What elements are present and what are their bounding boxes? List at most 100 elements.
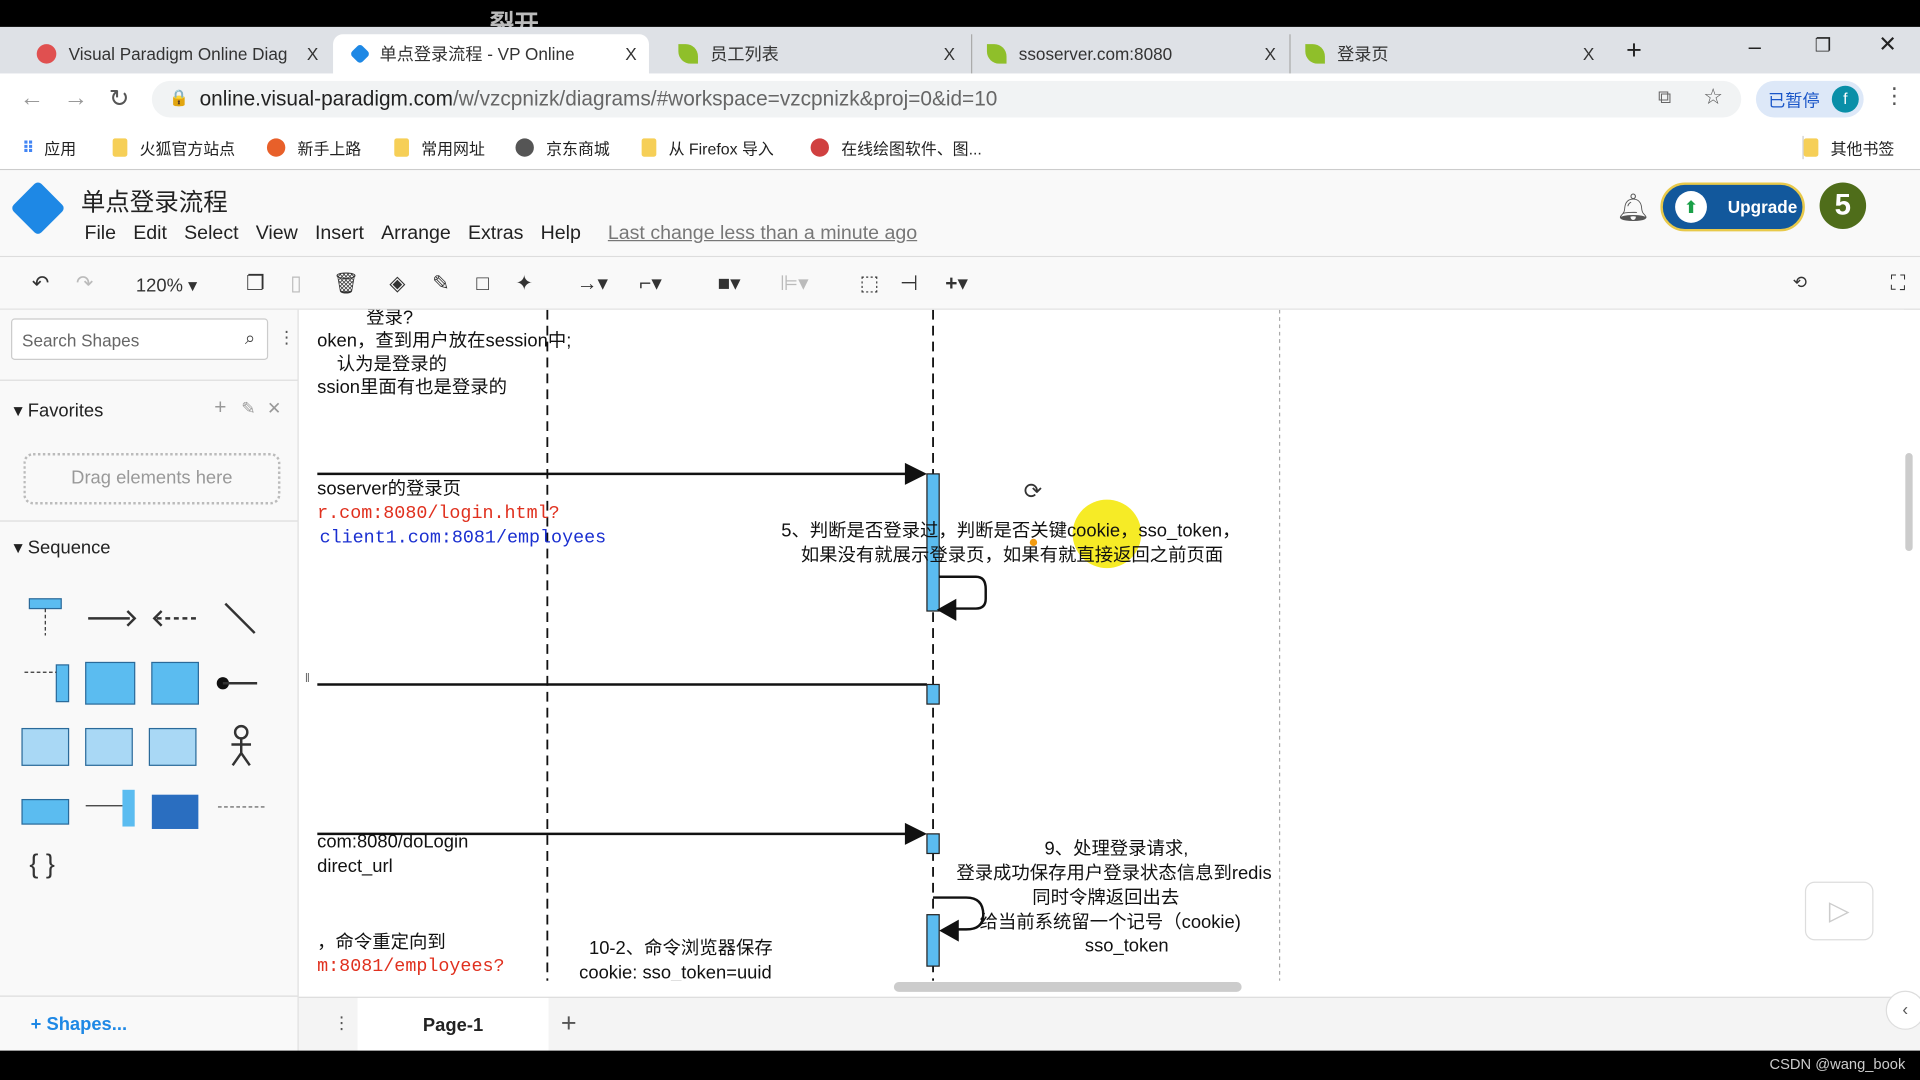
tab-page-1[interactable]: Page-1	[357, 997, 549, 1052]
restore-button[interactable]: ❐	[1815, 34, 1831, 57]
diagram-text[interactable]: 10-2、命令浏览器保存	[589, 937, 773, 961]
diagram-text[interactable]: 9、处理登录请求,	[1044, 838, 1188, 862]
diagram-text[interactable]: 给当前系统留一个记号（cookie)	[980, 911, 1241, 935]
diagram-text[interactable]: ，命令重定向到	[317, 931, 446, 955]
waypoint-style-icon[interactable]: ⌐▾	[639, 272, 662, 296]
bookmark-item[interactable]: 京东商城	[515, 136, 610, 159]
menu-select[interactable]: Select	[184, 223, 238, 244]
connector-style-icon[interactable]: →▾	[577, 272, 608, 296]
sync-icon[interactable]: ⟲	[1793, 272, 1807, 293]
diagram-text[interactable]: 同时令牌返回出去	[1032, 887, 1179, 911]
bookmark-apps[interactable]: ⠿ 应用	[22, 136, 76, 159]
undo-icon[interactable]: ↶	[32, 272, 49, 296]
shape-self-message[interactable]	[85, 661, 136, 705]
shape-boundary[interactable]	[21, 789, 265, 829]
browser-tab[interactable]: 登录页 X	[1289, 34, 1606, 74]
fullscreen-icon[interactable]: ⛶	[1891, 272, 1906, 296]
bookmark-item[interactable]: 从 Firefox 导入	[641, 136, 774, 159]
profile-paused-button[interactable]: 已暂停 f	[1755, 80, 1864, 118]
menu-file[interactable]: File	[84, 223, 116, 244]
shape-return-message[interactable]	[152, 610, 199, 627]
bookmark-item[interactable]: 新手上路	[266, 136, 361, 159]
favorites-dropzone[interactable]: Drag elements here	[23, 453, 281, 505]
bookmark-item[interactable]: 火狐官方站点	[112, 136, 235, 159]
add-favorite-icon[interactable]: +	[214, 396, 226, 420]
align-icon[interactable]: ⊫▾	[780, 272, 809, 296]
close-favorites-icon[interactable]: ✕	[267, 398, 281, 419]
rotate-handle-icon[interactable]: ⟳	[1024, 478, 1042, 503]
new-tab-button[interactable]: +	[1626, 34, 1642, 66]
shape-frame[interactable]	[21, 727, 197, 766]
favorites-header[interactable]: ▾ Favorites	[13, 399, 103, 421]
browser-tab[interactable]: Visual Paradigm Online Diag X	[10, 34, 331, 73]
fill-color-icon[interactable]: ◈	[389, 272, 405, 296]
pages-menu-icon[interactable]: ⋮	[333, 1013, 350, 1034]
employees-url-text[interactable]: m:8081/employees?	[317, 955, 504, 979]
diagram-text[interactable]: com:8080/doLogin	[317, 830, 468, 854]
close-window-button[interactable]: ✕	[1878, 32, 1896, 58]
activation-bar[interactable]	[926, 914, 940, 967]
diagram-text[interactable]: sso_token	[1085, 934, 1169, 958]
minimize-button[interactable]: –	[1749, 34, 1761, 60]
video-play-icon[interactable]: ▷	[1804, 881, 1874, 941]
diagram-text[interactable]: 登录成功保存用户登录状态信息到redis	[956, 862, 1271, 886]
diagram-text[interactable]: 登录?	[366, 310, 413, 331]
search-shapes-input[interactable]: Search Shapes ⌕	[11, 318, 269, 361]
collapse-panel-icon[interactable]: ‹	[1885, 990, 1920, 1030]
browser-menu-icon[interactable]: ⋮	[1883, 83, 1905, 109]
shape-diagonal-message[interactable]	[224, 602, 256, 634]
menu-view[interactable]: View	[256, 223, 298, 244]
close-tab-icon[interactable]: X	[625, 44, 636, 64]
zoom-select[interactable]: 120% ▾	[136, 274, 197, 297]
other-bookmarks[interactable]: 其他书签	[1802, 135, 1894, 160]
line-color-icon[interactable]: ✎	[432, 272, 449, 296]
menu-arrange[interactable]: Arrange	[381, 223, 451, 244]
paste-icon[interactable]: ▯	[290, 272, 301, 296]
shape-nested-activation[interactable]	[151, 661, 199, 705]
self-message[interactable]	[939, 575, 987, 610]
sidebar-resize-handle[interactable]: ‖	[298, 309, 318, 997]
spacing-icon[interactable]: ⊣	[900, 272, 918, 296]
browser-tab[interactable]: ssoserver.com:8080 X	[971, 34, 1288, 74]
close-tab-icon[interactable]: X	[1583, 44, 1594, 64]
forward-button[interactable]: →	[64, 84, 88, 112]
bookmark-item[interactable]: 常用网址	[394, 136, 485, 159]
redo-icon[interactable]: ↷	[76, 272, 93, 296]
redirect-url-text[interactable]: client1.com:8081/employees	[320, 527, 607, 551]
diagram-text[interactable]: oken，查到用户放在session中;	[317, 329, 571, 353]
bookmark-star-icon[interactable]: ☆	[1703, 84, 1723, 110]
more-shapes-link[interactable]: + Shapes...	[31, 1014, 127, 1035]
menu-help[interactable]: Help	[541, 223, 581, 244]
diagram-text[interactable]: 认为是登录的	[337, 353, 447, 377]
close-tab-icon[interactable]: X	[307, 44, 318, 64]
shape-found-message[interactable]	[216, 677, 258, 690]
horizontal-scrollbar[interactable]	[893, 982, 1242, 992]
sequence-shapes-palette[interactable]: { }	[0, 579, 298, 897]
shape-actor[interactable]	[231, 724, 252, 767]
activation-bar[interactable]	[926, 833, 940, 855]
diagram-text[interactable]: direct_url	[317, 855, 393, 879]
diagram-text[interactable]: soserver的登录页	[317, 478, 461, 502]
menu-extras[interactable]: Extras	[468, 223, 524, 244]
notification-bell-icon[interactable]: 🔔︎	[1616, 192, 1650, 224]
sequence-header[interactable]: ▾ Sequence	[13, 536, 110, 559]
delete-icon[interactable]: 🗑︎	[333, 272, 359, 296]
shape-lifeline[interactable]	[28, 598, 62, 636]
diagram-title[interactable]: 单点登录流程	[81, 182, 228, 218]
shape-message[interactable]	[88, 610, 137, 627]
vertical-scrollbar[interactable]	[1905, 453, 1913, 552]
url-field[interactable]: 🔒 online.visual-paradigm.com/w/vzcpnizk/…	[151, 80, 1742, 118]
edit-favorite-icon[interactable]: ✎	[241, 398, 255, 419]
insert-plus-icon[interactable]: +▾	[945, 272, 968, 296]
back-button[interactable]: ←	[20, 84, 44, 112]
select-area-icon[interactable]: ⬚	[860, 272, 880, 296]
reload-button[interactable]: ↻	[109, 83, 130, 114]
activation-bar[interactable]	[926, 683, 940, 705]
menu-insert[interactable]: Insert	[315, 223, 364, 244]
upgrade-button[interactable]: ⬆ Upgrade	[1660, 182, 1805, 232]
login-url-text[interactable]: r.com:8080/login.html?	[317, 502, 560, 526]
close-tab-icon[interactable]: X	[944, 44, 955, 64]
diagram-text[interactable]: ssion里面有也是登录的	[317, 376, 507, 400]
last-change-link[interactable]: Last change less than a minute ago	[608, 223, 917, 244]
diagram-text[interactable]: 如果没有就展示登录页，如果有就直接返回之前页面	[801, 544, 1223, 568]
